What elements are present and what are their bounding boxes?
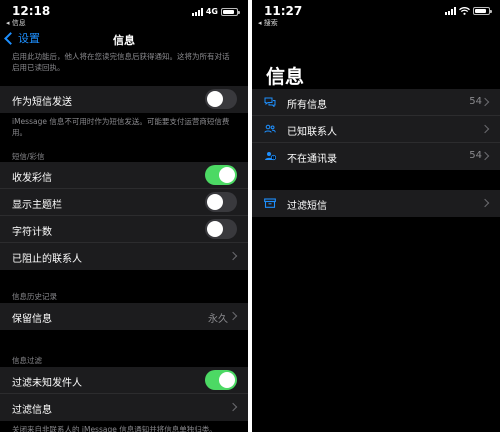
toggle-switch[interactable] [205,192,237,212]
send-as-sms-label: 作为短信发送 [12,97,72,108]
settings-row-label: 收发彩信 [12,173,52,184]
cellular-signal-icon [191,7,203,16]
back-to-app-link[interactable]: ◂ 信息 [6,18,26,28]
cellular-signal-icon [445,7,456,15]
status-bar: 12:18 ◂ 信息 4G [0,0,248,34]
mms-group: 收发彩信显示主题栏字符计数已阻止的联系人 [0,162,248,270]
toggle-switch[interactable] [205,165,237,185]
status-indicators [445,7,492,15]
filters-group: 所有信息 54 已知联系人? 不在通讯录 54 [252,89,500,170]
chevron-right-icon [480,198,490,208]
chevron-right-icon [228,402,238,412]
filter-group: 过滤未知发件人 过滤信息 [0,367,248,421]
settings-row-label: 显示主题栏 [12,200,62,211]
junk-group: 过滤短信 [252,190,500,217]
chevron-right-icon [480,151,490,161]
page-title: 信息 [266,66,305,88]
junk-row[interactable]: 过滤短信 [252,190,500,217]
junk-label: 过滤短信 [287,201,327,212]
status-time: 12:18 [12,4,51,18]
send-as-sms-row: 作为短信发送 [0,86,248,113]
chevron-right-icon [480,97,490,107]
battery-icon [473,7,492,15]
toggle-knob [219,372,235,388]
toggle-knob [207,194,223,210]
chevron-right-icon [228,311,238,321]
toggle-switch[interactable] [205,370,237,390]
settings-row-label: 已阻止的联系人 [12,254,82,265]
keep-messages-row[interactable]: 保留信息 永久 [0,303,248,330]
settings-row: 过滤未知发件人 [0,367,248,394]
sms-note: iMessage 信息不可用时作为短信发送。可能要支付运营商短信费用。 [12,117,230,137]
filter-row[interactable]: 已知联系人 [252,116,500,143]
filter-row[interactable]: ? 不在通讯录 54 [252,143,500,170]
read-receipts-note: 启用此功能后，他人将在您读完信息后获得通知。这将为所有对话启用已读回执。 [12,52,230,72]
settings-row-label: 过滤信息 [12,405,52,416]
svg-text:?: ? [273,156,275,160]
settings-row[interactable]: 已阻止的联系人 [0,243,248,270]
filter-row-label: 不在通讯录 [287,154,337,165]
settings-row-label: 字符计数 [12,227,52,238]
navigation-bar: 设置 信息 [0,30,248,52]
settings-row: 显示主题栏 [0,189,248,216]
tray-icon [264,198,276,208]
sms-group: 作为短信发送 [0,86,248,113]
send-as-sms-toggle[interactable] [205,89,237,109]
left-screenshot: 12:18 ◂ 信息 4G 设置 信息 启用此功能后，他人将在您读完信息后获得通… [0,0,248,432]
chevron-right-icon [480,124,490,134]
filter-note: 关闭来自非联系人的 iMessage 信息通知并将信息单独归类。 [12,425,217,432]
toggle-knob [219,167,235,183]
keep-messages-value: 永久 [208,314,228,325]
chevron-right-icon [228,251,238,261]
wifi-icon [459,7,470,15]
right-screenshot: 11:27 ◂ 搜索 信息 所有信息 54 已知联系人? 不在通讯录 54 过滤短信 [252,0,500,432]
status-indicators: 4G [191,7,240,16]
settings-row: 字符计数 [0,216,248,243]
back-to-app-link[interactable]: ◂ 搜索 [258,18,278,28]
toggle-knob [207,221,223,237]
section-header-mms: 短信/彩信 [12,152,45,161]
keep-messages-label: 保留信息 [12,314,52,325]
status-time: 11:27 [264,4,303,18]
network-type: 4G [205,7,218,16]
toggle-switch[interactable] [205,219,237,239]
filter-row-label: 已知联系人 [287,127,337,138]
history-group: 保留信息 永久 [0,303,248,330]
page-title: 信息 [113,34,135,47]
filter-row-label: 所有信息 [287,100,327,111]
battery-icon [221,7,240,16]
settings-row-label: 过滤未知发件人 [12,378,82,389]
status-bar: 11:27 ◂ 搜索 [252,0,500,34]
section-header-filter: 信息过滤 [12,356,42,365]
settings-row[interactable]: 过滤信息 [0,394,248,421]
filter-row[interactable]: 所有信息 54 [252,89,500,116]
contacts-icon [264,124,276,133]
settings-row: 收发彩信 [0,162,248,189]
chat-bubbles-icon [264,97,276,107]
unknown-person-icon: ? [265,152,276,161]
section-header-history: 信息历史记录 [12,292,57,301]
